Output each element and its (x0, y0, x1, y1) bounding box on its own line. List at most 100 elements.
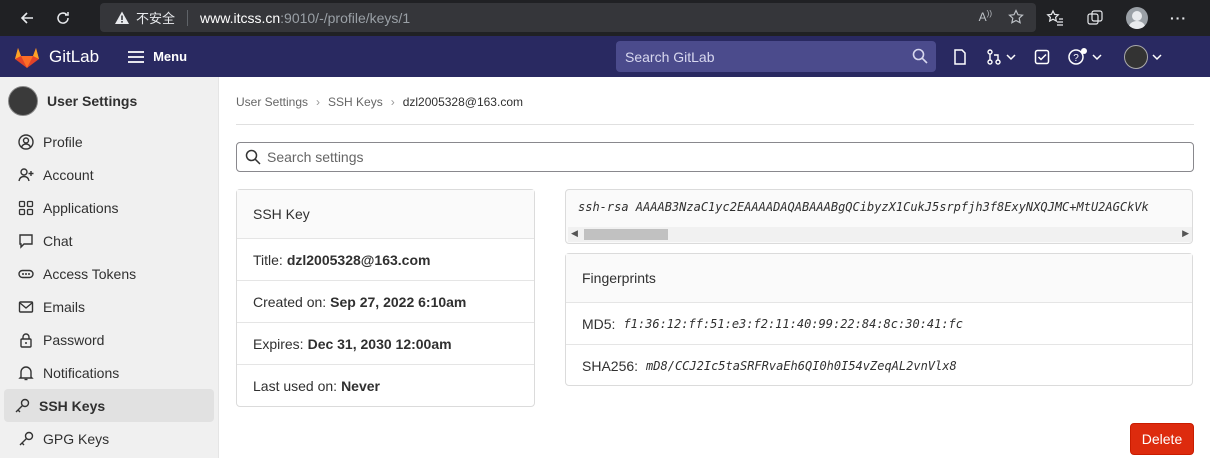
expires-label: Expires: (253, 335, 304, 352)
sidebar-item-emails[interactable]: Emails (4, 290, 214, 323)
sha256-value: mD8/CCJ2Ic5taSRFRvaEh6QI0h0I54vZeqAL2vnV… (646, 359, 957, 373)
collections-icon[interactable] (1086, 9, 1104, 27)
more-options-icon[interactable]: ··· (1170, 10, 1187, 26)
sidebar-item-ssh-keys[interactable]: SSH Keys (4, 389, 214, 422)
ssh-key-heading: SSH Key (237, 190, 534, 239)
sidebar-item-label: Applications (43, 199, 119, 216)
sidebar-item-applications[interactable]: Applications (4, 191, 214, 224)
applications-icon (18, 200, 34, 216)
search-input[interactable]: Search GitLab (616, 41, 936, 72)
browser-profile-icon[interactable] (1126, 7, 1148, 29)
sidebar-item-chat[interactable]: Chat (4, 224, 214, 257)
read-aloud-icon[interactable]: A)) (979, 9, 992, 25)
fingerprint-md5-row: MD5: f1:36:12:ff:51:e3:f2:11:40:99:22:84… (566, 303, 1192, 345)
sidebar-item-label: Emails (43, 298, 86, 315)
security-label: 不安全 (136, 11, 176, 26)
breadcrumb-item-user-settings[interactable]: User Settings (236, 95, 308, 109)
svg-text:?: ? (1073, 53, 1079, 64)
todos-button[interactable] (1034, 49, 1050, 65)
ssh-key-text: ssh-rsa AAAAB3NzaC1yc2EAAAADAQABAAABgQCi… (578, 200, 1149, 214)
ssh-key-title-row: Title: dzl2005328@163.com (237, 239, 534, 281)
mail-icon (18, 299, 34, 315)
merge-request-icon (987, 48, 1001, 65)
ssh-key-last-used-row: Last used on: Never (237, 365, 534, 407)
sidebar-item-label: Access Tokens (43, 265, 137, 282)
browser-actions: ··· (1046, 0, 1187, 36)
chevron-down-icon (1006, 53, 1016, 60)
created-value: Sep 27, 2022 6:10am (330, 293, 467, 310)
scroll-right-icon[interactable]: ▶ (1182, 228, 1189, 239)
security-indicator[interactable]: 不安全 (114, 8, 175, 27)
search-settings-input[interactable]: Search settings (236, 142, 1194, 172)
snippet-button[interactable] (952, 48, 968, 65)
sidebar-title: User Settings (47, 93, 138, 109)
menu-label: Menu (153, 49, 188, 64)
delete-button[interactable]: Delete (1130, 423, 1194, 455)
sidebar-nav: Profile Account Applications Chat Access… (0, 125, 218, 455)
sidebar-item-password[interactable]: Password (4, 323, 214, 356)
favorites-icon[interactable] (1046, 9, 1064, 27)
snippet-icon (954, 48, 966, 65)
sidebar-item-label: Notifications (43, 364, 120, 381)
scroll-left-icon[interactable]: ◀ (571, 228, 578, 239)
avatar (1124, 44, 1148, 69)
address-bar[interactable]: 不安全 www.itcss.cn:9010/-/profile/keys/1 A… (100, 3, 1036, 32)
brand-name: GitLab (49, 46, 100, 66)
search-placeholder: Search GitLab (625, 48, 715, 65)
key-icon (18, 431, 34, 447)
reload-button[interactable] (45, 0, 81, 36)
key-icon (14, 398, 30, 414)
md5-label: MD5: (582, 315, 616, 332)
fingerprints-heading: Fingerprints (566, 254, 1192, 303)
gitlab-logo-icon (15, 47, 39, 68)
sidebar: User Settings Profile Account Applicatio… (0, 77, 219, 458)
account-icon (18, 167, 34, 183)
back-arrow-icon (20, 12, 33, 24)
sidebar-item-notifications[interactable]: Notifications (4, 356, 214, 389)
last-used-value: Never (341, 378, 380, 394)
address-actions: A)) (979, 9, 1024, 25)
profile-icon (18, 133, 34, 150)
sidebar-header[interactable]: User Settings (0, 77, 218, 125)
ssh-key-content[interactable]: ssh-rsa AAAAB3NzaC1yc2EAAAADAQABAAABgQCi… (565, 189, 1193, 244)
lock-icon (18, 332, 34, 348)
header-actions: ? (952, 36, 1162, 77)
scrollbar-thumb[interactable] (584, 229, 668, 240)
breadcrumb-item-current[interactable]: dzl2005328@163.com (403, 95, 523, 109)
sidebar-item-label: Profile (43, 133, 83, 150)
sha256-label: SHA256: (582, 358, 639, 374)
browser-toolbar: 不安全 www.itcss.cn:9010/-/profile/keys/1 A… (0, 0, 1210, 36)
gitlab-top-bar: GitLab Menu Search GitLab ? (0, 36, 1210, 77)
fingerprint-sha256-row: SHA256: mD8/CCJ2Ic5taSRFRvaEh6QI0h0I54vZ… (566, 345, 1192, 387)
add-favorite-icon[interactable] (1008, 9, 1024, 25)
sidebar-item-label: Account (43, 166, 94, 183)
user-menu-dropdown[interactable] (1124, 44, 1162, 69)
md5-value: f1:36:12:ff:51:e3:f2:11:40:99:22:84:8c:3… (623, 316, 964, 331)
chevron-down-icon (1152, 53, 1162, 60)
merge-requests-dropdown[interactable] (986, 48, 1016, 65)
chevron-right-icon: › (316, 95, 321, 109)
hamburger-icon (128, 50, 145, 63)
todo-icon (1034, 49, 1050, 64)
ssh-key-expires-row: Expires: Dec 31, 2030 12:00am (237, 323, 534, 365)
horizontal-scrollbar[interactable]: ◀ ▶ (568, 227, 1192, 242)
sidebar-item-gpg-keys[interactable]: GPG Keys (4, 422, 214, 455)
expires-value: Dec 31, 2030 12:00am (307, 335, 452, 352)
token-icon (18, 266, 34, 282)
breadcrumb-item-ssh-keys[interactable]: SSH Keys (328, 95, 383, 109)
help-dropdown[interactable]: ? (1068, 47, 1102, 66)
sidebar-item-account[interactable]: Account (4, 158, 214, 191)
created-label: Created on: (253, 293, 327, 310)
url-path: :9010/-/profile/keys/1 (280, 9, 411, 26)
search-icon (912, 48, 928, 64)
sidebar-item-access-tokens[interactable]: Access Tokens (4, 257, 214, 290)
reload-icon (57, 12, 69, 24)
warning-icon (115, 11, 129, 24)
menu-button[interactable]: Menu (127, 49, 187, 64)
back-button[interactable] (9, 0, 45, 36)
search-icon (245, 149, 261, 165)
sidebar-item-profile[interactable]: Profile (4, 125, 214, 158)
fingerprints-card: Fingerprints MD5: f1:36:12:ff:51:e3:f2:1… (565, 253, 1193, 386)
help-icon: ? (1068, 47, 1087, 65)
gitlab-home-link[interactable]: GitLab (14, 45, 99, 69)
